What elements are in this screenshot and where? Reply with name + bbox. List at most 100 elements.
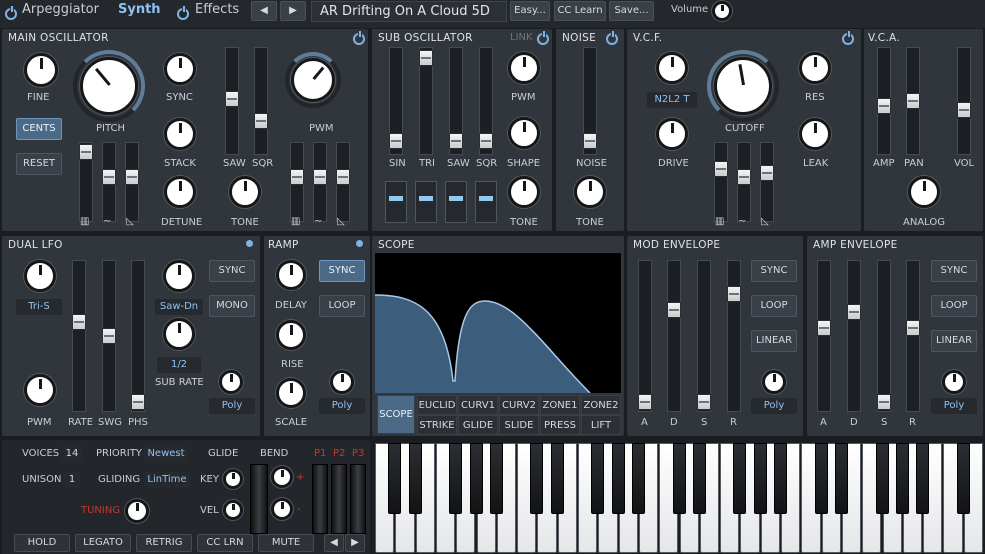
mod-r-handle[interactable] <box>727 286 741 302</box>
black-key[interactable] <box>895 443 909 514</box>
lfo-mono-button[interactable]: MONO <box>209 295 255 317</box>
gliding-value[interactable]: LinTime <box>144 472 190 488</box>
amp-poly-value[interactable]: Poly <box>931 398 977 414</box>
vol-handle[interactable] <box>957 102 971 118</box>
mod-s-slider[interactable] <box>697 260 711 412</box>
black-key[interactable] <box>408 443 422 514</box>
sin-octave-selector[interactable] <box>385 181 407 223</box>
vcf-slider-1[interactable] <box>714 142 728 222</box>
glide-key-knob[interactable] <box>223 469 243 489</box>
osc-mix-handle-1[interactable] <box>79 144 93 160</box>
detune-knob[interactable] <box>164 176 196 208</box>
ramp-poly-value[interactable]: Poly <box>319 398 365 414</box>
amp-d-slider[interactable] <box>847 260 861 412</box>
black-key[interactable] <box>814 443 828 514</box>
legato-button[interactable]: LEGATO <box>75 534 131 552</box>
cc-learn-button[interactable]: CC Learn <box>554 1 606 21</box>
amp-a-handle[interactable] <box>817 320 831 336</box>
amp-handle[interactable] <box>877 98 891 114</box>
tab-zone2[interactable]: ZONE2 <box>581 395 621 415</box>
delay-knob[interactable] <box>276 260 306 290</box>
tab-lift[interactable]: LIFT <box>581 415 621 435</box>
volume-knob[interactable] <box>712 1 732 21</box>
amp-d-handle[interactable] <box>847 304 861 320</box>
tuning-knob[interactable] <box>125 499 149 523</box>
black-key[interactable] <box>956 443 970 514</box>
lfo-phs-slider[interactable] <box>131 260 145 412</box>
vol-slider[interactable] <box>957 47 971 155</box>
osc-mix-handle-3[interactable] <box>125 169 139 185</box>
amp-r-slider[interactable] <box>906 260 920 412</box>
mod-a-handle[interactable] <box>638 394 652 410</box>
amp-loop-button[interactable]: LOOP <box>931 295 977 317</box>
tone-knob[interactable] <box>229 176 261 208</box>
p1-wheel[interactable] <box>312 464 328 534</box>
mute-button[interactable]: MUTE <box>258 534 314 552</box>
ramp-poly-knob[interactable] <box>330 370 354 394</box>
glide-vel-knob[interactable] <box>223 500 243 520</box>
mod-linear-button[interactable]: LINEAR <box>751 330 797 352</box>
saw-slider-handle[interactable] <box>225 91 239 107</box>
octave-down-button[interactable]: ◀ <box>324 534 344 552</box>
black-key[interactable] <box>449 443 463 514</box>
sqr-slider-handle[interactable] <box>254 113 268 129</box>
osc2-handle-3[interactable] <box>336 169 350 185</box>
tab-strike[interactable]: STRIKE <box>417 415 457 435</box>
sync-knob[interactable] <box>164 53 196 85</box>
pan-handle[interactable] <box>906 93 920 109</box>
black-key[interactable] <box>550 443 564 514</box>
sin-handle[interactable] <box>389 133 403 149</box>
prev-preset-button[interactable]: ◀ <box>251 1 277 21</box>
effects-power-icon[interactable] <box>177 6 189 20</box>
lfo-rate-slider[interactable] <box>72 260 86 412</box>
mod-s-handle[interactable] <box>697 394 711 410</box>
sqr-octave-selector[interactable] <box>475 181 497 223</box>
res-knob[interactable] <box>799 52 831 84</box>
tab-slide[interactable]: SLIDE <box>499 415 539 435</box>
tab-scope[interactable]: SCOPE <box>377 395 415 434</box>
black-key[interactable] <box>489 443 503 514</box>
saw-octave-selector[interactable] <box>445 181 467 223</box>
stack-knob[interactable] <box>164 118 196 150</box>
cc-lrn-button[interactable]: CC LRN <box>197 534 253 552</box>
saw-sub-handle[interactable] <box>449 133 463 149</box>
octave-up-button[interactable]: ▶ <box>345 534 365 552</box>
priority-value[interactable]: Newest <box>144 446 188 462</box>
black-key[interactable] <box>469 443 483 514</box>
filter-mode-knob[interactable] <box>656 52 688 84</box>
tab-effects[interactable]: Effects <box>195 2 239 17</box>
sub-tone-knob[interactable] <box>508 176 540 208</box>
pwm-knob[interactable] <box>291 58 335 102</box>
vcf-slider-3[interactable] <box>760 142 774 222</box>
lfo-phs-handle[interactable] <box>131 394 145 410</box>
osc-mix-handle-2[interactable] <box>102 169 116 185</box>
sub-pwm-knob[interactable] <box>508 52 540 84</box>
mod-a-slider[interactable] <box>638 260 652 412</box>
leak-knob[interactable] <box>799 118 831 150</box>
osc2-handle-1[interactable] <box>290 169 304 185</box>
black-key[interactable] <box>611 443 625 514</box>
black-key[interactable] <box>388 443 402 514</box>
analog-knob[interactable] <box>908 176 940 208</box>
ramp-sync-button[interactable]: SYNC <box>319 260 365 282</box>
retrig-button[interactable]: RETRIG <box>136 534 192 552</box>
voices-value[interactable]: 14 <box>62 446 82 462</box>
mod-poly-value[interactable]: Poly <box>751 398 797 414</box>
mod-d-slider[interactable] <box>667 260 681 412</box>
black-key[interactable] <box>875 443 889 514</box>
tri-handle[interactable] <box>419 50 433 66</box>
black-key[interactable] <box>631 443 645 514</box>
lfo1-wave-value[interactable]: Tri-S <box>16 299 62 315</box>
vcf-handle-3[interactable] <box>760 165 774 181</box>
p3-wheel[interactable] <box>350 464 366 534</box>
easy-button[interactable]: Easy... <box>510 1 550 21</box>
osc2-handle-2[interactable] <box>313 169 327 185</box>
hold-button[interactable]: HOLD <box>14 534 70 552</box>
mod-d-handle[interactable] <box>667 302 681 318</box>
reset-button[interactable]: RESET <box>16 153 62 175</box>
tab-curv1[interactable]: CURV1 <box>458 395 498 415</box>
fine-knob[interactable] <box>24 53 58 87</box>
black-key[interactable] <box>530 443 544 514</box>
amp-sync-button[interactable]: SYNC <box>931 260 977 282</box>
black-key[interactable] <box>834 443 848 514</box>
